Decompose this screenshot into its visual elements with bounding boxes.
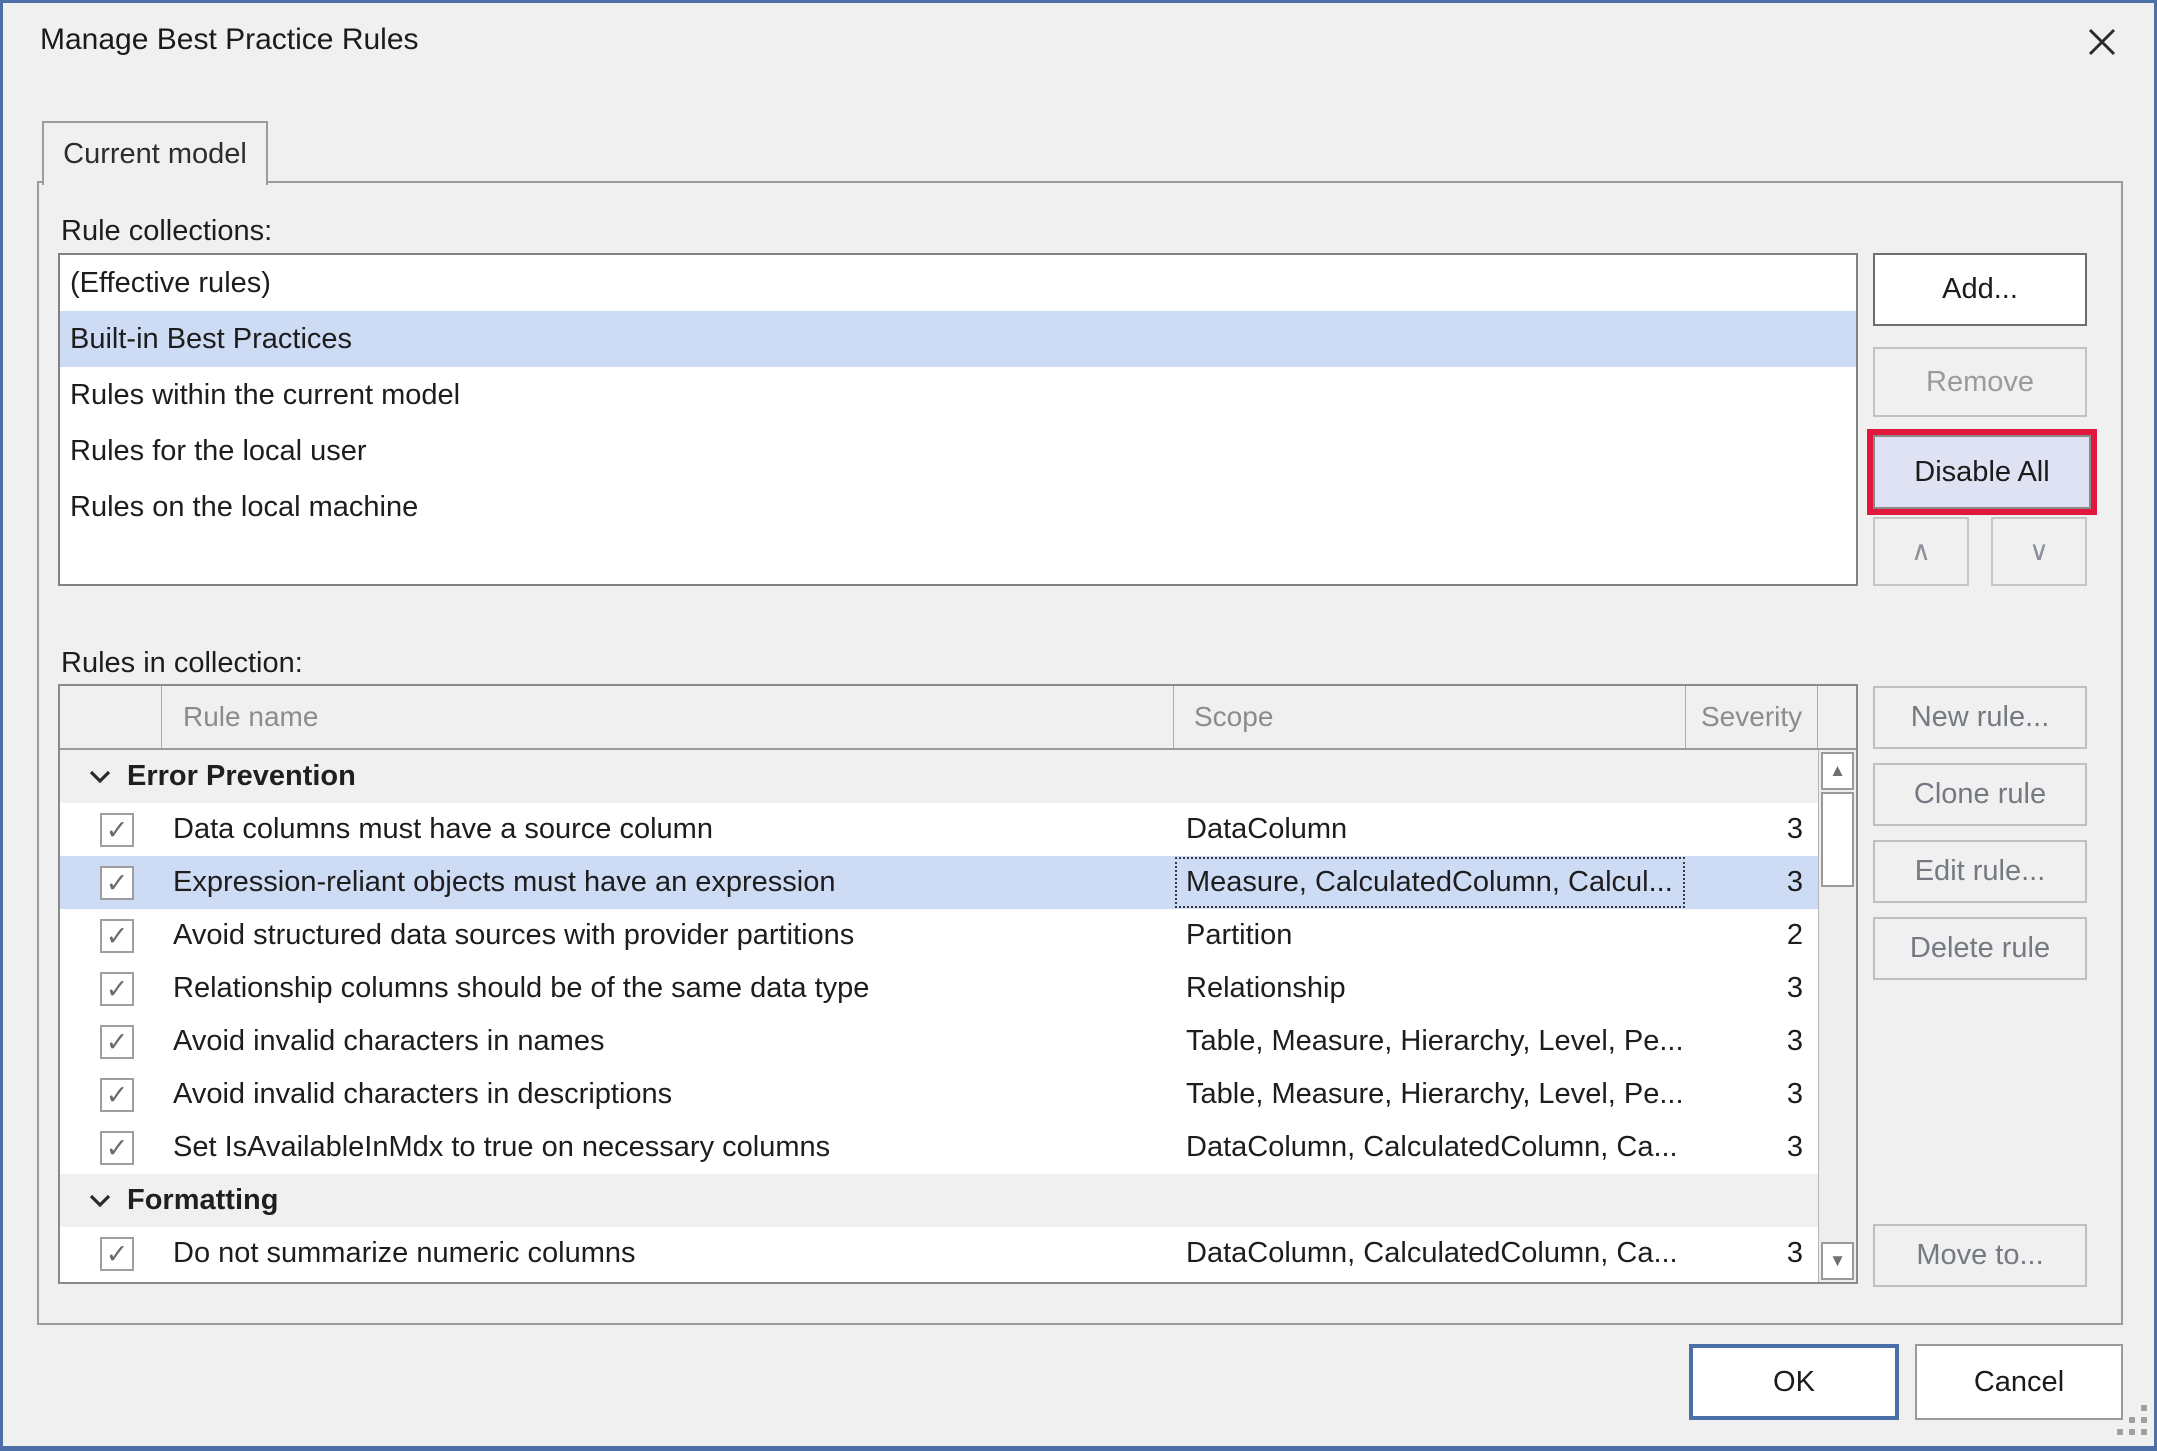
disable-all-highlight-annotation: Disable All	[1867, 429, 2097, 515]
rule-enabled-checkbox[interactable]: ✓	[100, 972, 134, 1006]
column-header-checkbox[interactable]	[60, 686, 162, 748]
column-header-stub	[1818, 686, 1855, 748]
move-collection-up-button[interactable]: ∧	[1873, 517, 1969, 586]
rule-row[interactable]: ✓ Set IsAvailableInMdx to true on necessa…	[60, 1121, 1818, 1174]
close-x-glyph	[2085, 25, 2119, 59]
vertical-scrollbar[interactable]: ▲ ▼	[1818, 750, 1856, 1282]
rule-scope-cell[interactable]: Measure, CalculatedColumn, Calcul...	[1174, 856, 1686, 909]
scroll-up-button[interactable]: ▲	[1821, 752, 1854, 790]
rule-group-header[interactable]: Formatting	[60, 1174, 1818, 1227]
delete-rule-button[interactable]: Delete rule	[1873, 917, 2087, 980]
triangle-down-icon: ▼	[1829, 1251, 1846, 1271]
rule-group-header[interactable]: Error Prevention	[60, 750, 1818, 803]
rule-enabled-checkbox[interactable]: ✓	[100, 1025, 134, 1059]
rule-collections-listbox[interactable]: (Effective rules)Built-in Best Practices…	[58, 253, 1858, 586]
move-to-button[interactable]: Move to...	[1873, 1224, 2087, 1287]
rule-name-cell: Do not summarize numeric columns	[162, 1237, 1174, 1270]
move-collection-down-button[interactable]: ∨	[1991, 517, 2087, 586]
rule-name-cell: Avoid invalid characters in descriptions	[162, 1078, 1174, 1111]
collection-list-item[interactable]: Built-in Best Practices	[60, 311, 1856, 367]
rule-scope-cell[interactable]: Relationship	[1174, 962, 1686, 1015]
rule-row[interactable]: ✓ Data columns must have a source columnD…	[60, 803, 1818, 856]
resize-grip[interactable]	[2115, 1403, 2151, 1439]
rule-row[interactable]: ✓ Do not summarize numeric columnsDataCol…	[60, 1227, 1818, 1280]
chevron-down-icon	[88, 1193, 112, 1209]
rule-enabled-checkbox[interactable]: ✓	[100, 1131, 134, 1165]
disable-all-button[interactable]: Disable All	[1873, 435, 2091, 509]
collection-list-item[interactable]: Rules for the local user	[60, 423, 1856, 479]
rule-checkbox-cell: ✓	[60, 866, 162, 900]
column-header-scope[interactable]: Scope	[1174, 686, 1686, 748]
rule-name-cell: Set IsAvailableInMdx to true on necessar…	[162, 1131, 1174, 1164]
rule-name-cell: Avoid invalid characters in names	[162, 1025, 1174, 1058]
rule-severity-cell: 3	[1686, 1131, 1818, 1164]
rule-scope-cell[interactable]: DataColumn, CalculatedColumn, Ca...	[1174, 1121, 1686, 1174]
edit-rule-button[interactable]: Edit rule...	[1873, 840, 2087, 903]
rule-enabled-checkbox[interactable]: ✓	[100, 919, 134, 953]
add-button[interactable]: Add...	[1873, 253, 2087, 326]
rule-checkbox-cell: ✓	[60, 813, 162, 847]
scroll-down-button[interactable]: ▼	[1821, 1242, 1854, 1280]
manage-best-practice-rules-dialog: Manage Best Practice Rules Current model…	[0, 0, 2157, 1451]
scrollbar-thumb[interactable]	[1821, 792, 1854, 887]
rule-scope-cell[interactable]: Table, Measure, Hierarchy, Level, Pe...	[1174, 1068, 1686, 1121]
ok-button[interactable]: OK	[1689, 1344, 1899, 1420]
rule-group-name: Formatting	[127, 1184, 278, 1217]
rule-row[interactable]: ✓ Avoid invalid characters in description…	[60, 1068, 1818, 1121]
rule-scope-cell[interactable]: DataColumn, CalculatedColumn, Ca...	[1174, 1227, 1686, 1280]
rule-scope-cell[interactable]: Partition	[1174, 909, 1686, 962]
column-header-severity[interactable]: Severity	[1686, 686, 1818, 748]
collection-list-item[interactable]: (Effective rules)	[60, 255, 1856, 311]
chevron-down-icon	[88, 769, 112, 785]
rule-scope-cell[interactable]: DataColumn	[1174, 803, 1686, 856]
rule-severity-cell: 2	[1686, 919, 1818, 952]
cancel-button[interactable]: Cancel	[1915, 1344, 2123, 1420]
rule-checkbox-cell: ✓	[60, 919, 162, 953]
remove-button[interactable]: Remove	[1873, 347, 2087, 417]
collection-list-item[interactable]: Rules on the local machine	[60, 479, 1856, 535]
rule-row[interactable]: ✓ Avoid invalid characters in namesTable,…	[60, 1015, 1818, 1068]
rule-group-name: Error Prevention	[127, 760, 356, 793]
rule-severity-cell: 3	[1686, 1237, 1818, 1270]
rules-table: Rule name Scope Severity Error Preventio…	[58, 684, 1858, 1284]
rules-table-header: Rule name Scope Severity	[60, 686, 1856, 750]
rule-enabled-checkbox[interactable]: ✓	[100, 813, 134, 847]
rule-row[interactable]: ✓ Avoid structured data sources with prov…	[60, 909, 1818, 962]
rule-severity-cell: 3	[1686, 866, 1818, 899]
rule-enabled-checkbox[interactable]: ✓	[100, 1078, 134, 1112]
new-rule-button[interactable]: New rule...	[1873, 686, 2087, 749]
rule-scope-cell[interactable]: Table, Measure, Hierarchy, Level, Pe...	[1174, 1015, 1686, 1068]
rule-name-cell: Relationship columns should be of the sa…	[162, 972, 1174, 1005]
rule-severity-cell: 3	[1686, 1078, 1818, 1111]
clone-rule-button[interactable]: Clone rule	[1873, 763, 2087, 826]
rule-row[interactable]: ✓ Expression-reliant objects must have an…	[60, 856, 1818, 909]
rule-severity-cell: 3	[1686, 972, 1818, 1005]
rule-checkbox-cell: ✓	[60, 972, 162, 1006]
rule-row[interactable]: ✓ Relationship columns should be of the s…	[60, 962, 1818, 1015]
rule-checkbox-cell: ✓	[60, 1078, 162, 1112]
rule-collections-label: Rule collections:	[61, 215, 272, 248]
rule-enabled-checkbox[interactable]: ✓	[100, 1237, 134, 1271]
close-icon[interactable]	[2079, 19, 2125, 65]
dialog-title: Manage Best Practice Rules	[40, 23, 419, 57]
collection-list-item[interactable]: Rules within the current model	[60, 367, 1856, 423]
column-header-rule-name[interactable]: Rule name	[162, 686, 1174, 748]
rule-checkbox-cell: ✓	[60, 1025, 162, 1059]
rule-name-cell: Avoid structured data sources with provi…	[162, 919, 1174, 952]
rules-table-body: Error Prevention ✓ Data columns must have …	[60, 750, 1818, 1280]
rule-checkbox-cell: ✓	[60, 1131, 162, 1165]
triangle-up-icon: ▲	[1829, 761, 1846, 781]
rule-checkbox-cell: ✓	[60, 1237, 162, 1271]
rule-severity-cell: 3	[1686, 813, 1818, 846]
rule-name-cell: Expression-reliant objects must have an …	[162, 866, 1174, 899]
tab-current-model[interactable]: Current model	[42, 121, 268, 185]
rule-enabled-checkbox[interactable]: ✓	[100, 866, 134, 900]
rules-in-collection-label: Rules in collection:	[61, 647, 303, 680]
rule-severity-cell: 3	[1686, 1025, 1818, 1058]
rule-name-cell: Data columns must have a source column	[162, 813, 1174, 846]
